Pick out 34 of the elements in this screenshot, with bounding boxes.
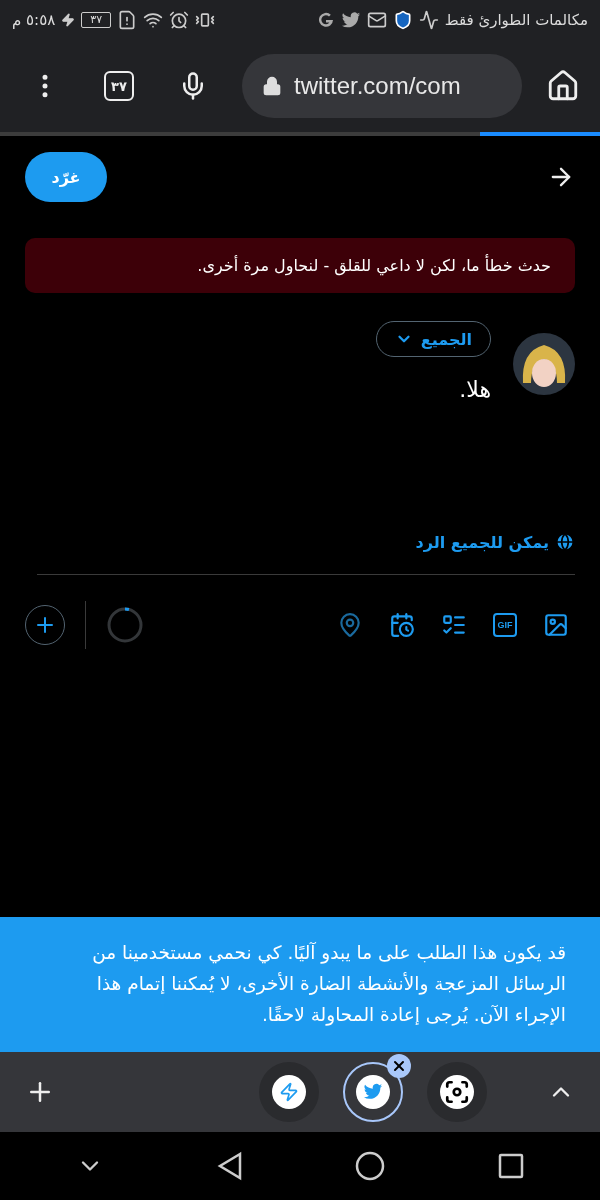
alarm-icon <box>169 10 190 30</box>
globe-icon <box>555 532 575 552</box>
activity-icon <box>418 10 439 30</box>
gif-button[interactable]: GIF <box>493 613 517 637</box>
sim-alert-icon <box>117 10 138 30</box>
battery-indicator: ٣٧ <box>81 12 112 28</box>
focus-icon <box>444 1079 470 1105</box>
bird-icon <box>363 1083 383 1101</box>
reply-setting-link[interactable]: يمكن للجميع الرد <box>415 532 575 552</box>
rate-limit-message: قد يكون هذا الطلب على ما يبدو آليًا. كي نحمي مستخدمينا من الرسائل المزعجة والأنشطة الضارة الأخرى، لا يُمكننا إتمام هذا الإجراء الآن. يُرجى إعادة المحاولة لاحقًا. <box>0 917 600 1052</box>
error-message: حدث خطأ ما، لكن لا داعي للقلق - لنحاول مرة أخرى. <box>25 238 575 293</box>
back-icon[interactable] <box>216 1151 243 1181</box>
bolt-icon <box>279 1082 299 1102</box>
g-logo-icon <box>316 11 335 29</box>
home-nav-icon[interactable] <box>355 1151 386 1181</box>
network-status: مكالمات الطوارئ فقط <box>444 11 588 29</box>
url-field[interactable]: twitter.com/com <box>242 54 522 118</box>
calendar-clock-icon[interactable] <box>389 612 415 638</box>
home-icon[interactable] <box>546 69 580 103</box>
tab-count-button[interactable]: ٣٧ <box>104 71 134 101</box>
clock-time: ٥:٥٨ م <box>12 11 56 29</box>
avatar <box>513 333 575 395</box>
lock-icon <box>262 76 282 96</box>
vibrate-icon <box>195 10 216 30</box>
close-button[interactable] <box>387 1054 411 1078</box>
wifi-icon <box>143 10 164 30</box>
image-icon[interactable] <box>543 612 569 638</box>
bird-icon <box>340 11 361 29</box>
progress-ring <box>106 606 144 644</box>
recents-icon[interactable] <box>497 1153 524 1179</box>
tweet-text[interactable]: هلا. <box>459 377 491 402</box>
mail-icon <box>366 10 387 30</box>
close-icon <box>391 1058 407 1074</box>
charging-icon <box>61 13 76 27</box>
